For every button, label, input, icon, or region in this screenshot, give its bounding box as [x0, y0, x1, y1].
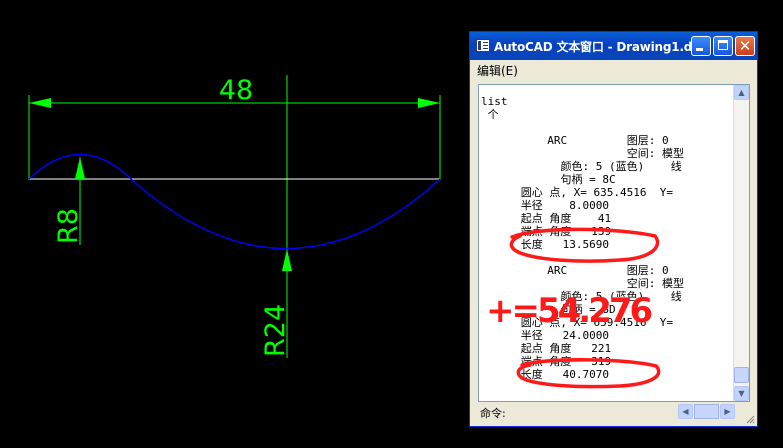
scroll-up-icon: ▲ — [738, 88, 745, 97]
output-line: 圆心 点, X= 635.4516 Y= — [481, 186, 673, 199]
output-line: 个 — [481, 108, 499, 121]
output-line: ARC 图层: 0 — [481, 134, 669, 147]
output-line: 颜色: 5 (蓝色) 线 — [481, 160, 682, 173]
app-icon[interactable] — [476, 39, 490, 52]
r24-text: R24 — [260, 304, 291, 357]
autocad-text-window[interactable]: AutoCAD 文本窗口 - Drawing1.dwg ✕ 编辑(E) list… — [469, 31, 758, 427]
close-button[interactable]: ✕ — [735, 36, 755, 56]
output-line: 空间: 模型 — [481, 147, 684, 160]
scroll-down-icon: ▼ — [738, 389, 745, 398]
dimension-arrow-left — [29, 98, 51, 108]
dimension-arrow-right — [418, 98, 440, 108]
output-line: 端点 角度 319 — [481, 355, 612, 368]
r8-text: R8 — [53, 208, 84, 244]
output-line: 起点 角度 41 — [481, 212, 612, 225]
scroll-right-button[interactable]: ▶ — [720, 404, 735, 419]
dimension-r8: R8 — [53, 157, 85, 245]
output-line: 长度 40.7070 — [481, 368, 609, 381]
output-line: 半径 8.0000 — [481, 199, 609, 212]
scroll-thumb[interactable] — [734, 367, 749, 383]
r8-arrow — [75, 157, 85, 179]
output-line: ARC 图层: 0 — [481, 264, 669, 277]
output-line: 端点 角度 139 — [481, 225, 612, 238]
output-line: list — [481, 95, 508, 108]
window-title: AutoCAD 文本窗口 - Drawing1.dwg — [494, 40, 712, 54]
command-line[interactable]: 命令: ◀ ▶ — [478, 404, 750, 420]
scroll-down-button[interactable]: ▼ — [734, 386, 749, 401]
minimize-button[interactable] — [691, 36, 711, 56]
maximize-button[interactable] — [713, 36, 733, 56]
scroll-up-button[interactable]: ▲ — [734, 85, 749, 100]
window-titlebar[interactable]: AutoCAD 文本窗口 - Drawing1.dwg ✕ — [470, 32, 757, 60]
output-line: 长度 13.5690 — [481, 238, 609, 251]
scroll-left-icon: ◀ — [682, 407, 689, 416]
menu-edit[interactable]: 编辑(E) — [477, 62, 518, 79]
maximize-icon — [718, 40, 728, 50]
large-arc-r24 — [130, 178, 441, 250]
horizontal-scroll-thumb[interactable] — [694, 404, 719, 419]
vertical-scrollbar[interactable]: ▲ ▼ — [733, 85, 749, 401]
command-prompt: 命令: — [480, 407, 506, 420]
output-line: 句柄 = 8C — [481, 173, 616, 186]
output-line: 半径 24.0000 — [481, 329, 609, 342]
scroll-left-button[interactable]: ◀ — [678, 404, 693, 419]
profile-arcs — [28, 153, 441, 250]
output-line: 起点 角度 221 — [481, 342, 612, 355]
close-icon: ✕ — [738, 37, 752, 55]
dimension-text-48: 48 — [219, 75, 253, 106]
output-line: 空间: 模型 — [481, 277, 684, 290]
text-output-area[interactable]: list 个 ARC 图层: 0 空间: 模型 颜色: 5 (蓝色) 线 句柄 … — [478, 84, 750, 402]
output-line: 句柄 = 8D — [481, 303, 616, 316]
r24-arrow — [282, 249, 292, 271]
resize-grip-icon[interactable] — [745, 414, 755, 424]
output-line: 圆心 点, X= 659.4516 Y= — [481, 316, 673, 329]
scroll-right-icon: ▶ — [724, 407, 731, 416]
menu-bar: 编辑(E) — [470, 60, 757, 80]
output-line: 颜色: 5 (蓝色) 线 — [481, 290, 682, 303]
minimize-icon — [696, 48, 703, 51]
dimension-48: 48 — [28, 75, 441, 180]
